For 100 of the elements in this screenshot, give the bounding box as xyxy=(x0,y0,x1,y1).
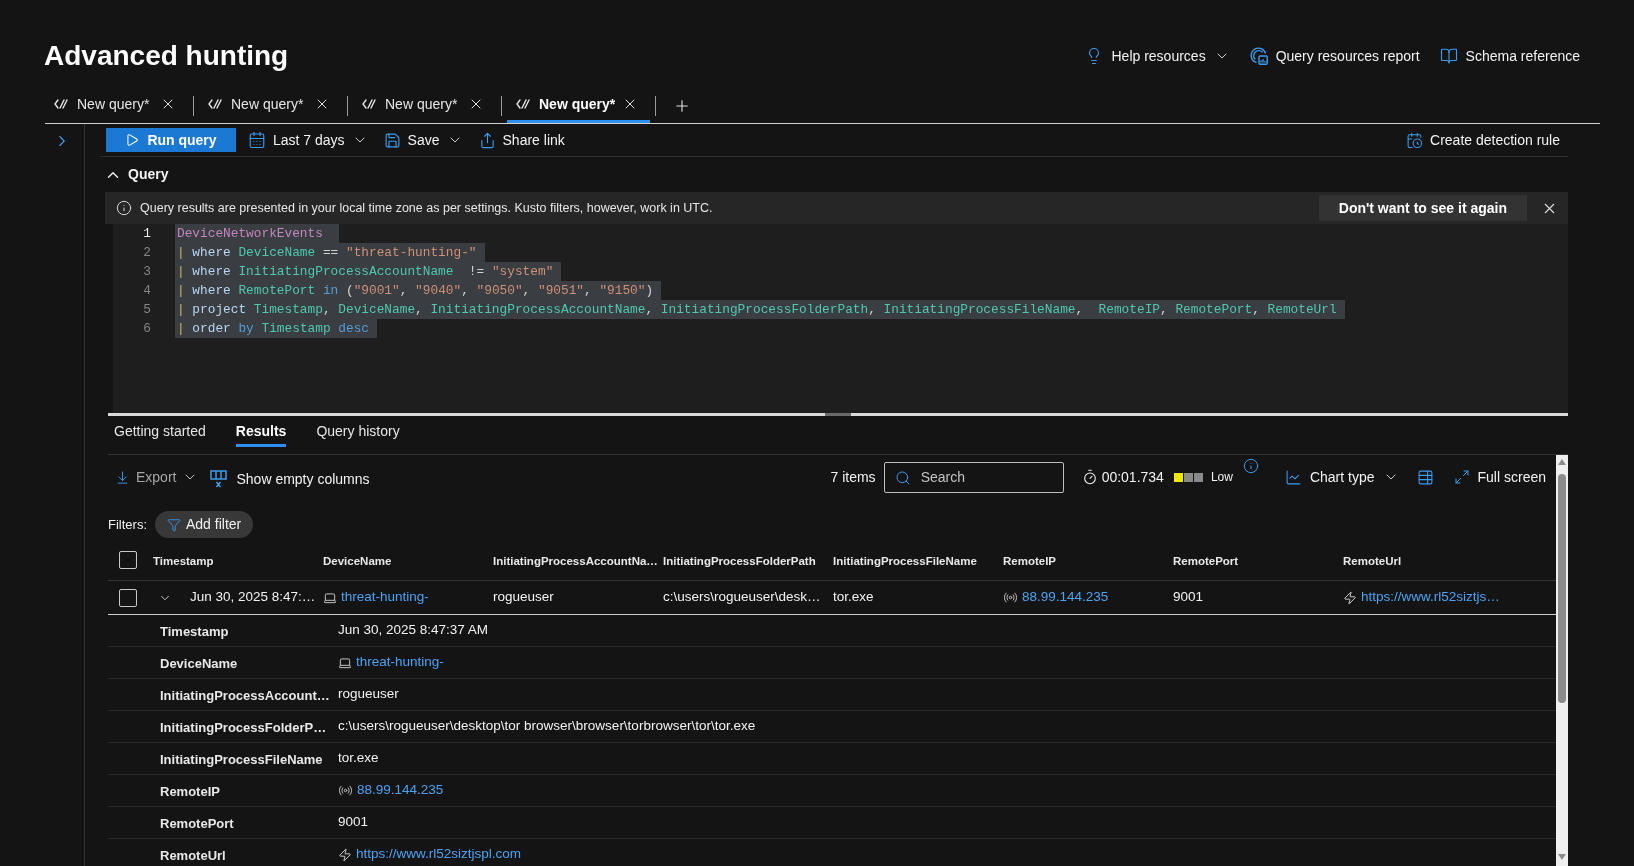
broadcast-icon xyxy=(338,783,353,798)
scrollbar-thumb[interactable] xyxy=(1558,474,1566,703)
lightning-icon xyxy=(1343,590,1357,605)
filters-label: Filters: xyxy=(108,515,147,534)
ip-link[interactable]: 88.99.144.235 xyxy=(1022,587,1109,608)
full-screen-button[interactable]: Full screen xyxy=(1453,466,1546,488)
duration-text: 00:01.734 xyxy=(1101,467,1164,487)
cell-text: tor.exe xyxy=(833,588,874,607)
search-icon xyxy=(894,469,911,486)
field-label: RemoteIP xyxy=(160,783,220,799)
device-link[interactable]: threat-hunting- xyxy=(341,587,429,608)
query-tab[interactable]: New query* xyxy=(507,88,650,123)
device-link[interactable]: threat-hunting- xyxy=(356,652,444,673)
line-number: 4 xyxy=(142,282,151,300)
share-icon xyxy=(478,131,496,149)
calendar-clock-icon xyxy=(1406,131,1424,149)
line-number: 2 xyxy=(142,244,151,262)
cell-text: Jun 30, 2025 8:47:37 AM xyxy=(338,621,489,640)
cell-text: Jun 30, 2025 8:47:… xyxy=(190,588,316,607)
laptop-icon xyxy=(338,655,352,670)
create-detection-rule-button[interactable]: Create detection rule xyxy=(1406,127,1560,153)
table-settings-icon[interactable] xyxy=(1416,468,1434,486)
show-empty-columns-button[interactable]: Show empty columns xyxy=(210,468,370,490)
query-tab[interactable]: New query* xyxy=(353,88,496,123)
cell-text: c:\users\rogueuser\desk… xyxy=(663,588,821,607)
save-icon xyxy=(383,131,401,149)
cell-text: rogueuser xyxy=(493,588,554,607)
splitter-handle[interactable] xyxy=(825,413,851,416)
code-icon xyxy=(208,98,223,110)
item-count: 7 items xyxy=(830,467,876,487)
column-header[interactable]: InitiatingProcessFolderPath xyxy=(663,555,816,567)
report-icon xyxy=(1249,47,1268,65)
play-icon xyxy=(125,133,140,147)
header-link[interactable]: Query resources report xyxy=(1249,45,1420,67)
book-icon xyxy=(1439,47,1458,65)
url-link[interactable]: https://www.rl52siztjspl.com xyxy=(356,844,522,865)
results-tab[interactable]: Results xyxy=(235,416,287,447)
toolbar-button[interactable]: Save xyxy=(379,127,467,153)
column-header[interactable]: DeviceName xyxy=(323,555,392,567)
cell-text: tor.exe xyxy=(338,749,379,768)
funnel-icon xyxy=(167,517,181,532)
broadcast-icon xyxy=(1003,590,1018,605)
code-icon xyxy=(54,98,69,110)
cell-text: rogueuser xyxy=(338,685,399,704)
field-label: InitiatingProcessAccount… xyxy=(160,687,330,703)
field-label: RemotePort xyxy=(160,815,234,831)
scroll-up-arrow-icon[interactable] xyxy=(1558,459,1566,465)
field-label: DeviceName xyxy=(160,655,238,671)
expand-arrows-icon xyxy=(1453,469,1470,485)
ip-link[interactable]: 88.99.144.235 xyxy=(357,780,444,801)
column-header[interactable]: InitiatingProcessFileName xyxy=(833,555,977,567)
field-label: InitiatingProcessFolderP… xyxy=(160,719,327,735)
laptop-icon xyxy=(323,590,337,605)
info-icon[interactable] xyxy=(1242,458,1259,474)
url-link[interactable]: https://www.rl52siztjs… xyxy=(1361,587,1500,608)
code-editor[interactable] xyxy=(113,224,1568,413)
scrollbar[interactable] xyxy=(1556,455,1568,866)
line-number: 1 xyxy=(142,225,151,243)
field-label: Timestamp xyxy=(160,623,229,639)
query-tab[interactable]: New query* xyxy=(45,88,188,123)
column-header[interactable]: InitiatingProcessAccountNa… xyxy=(493,555,658,567)
line-number: 6 xyxy=(142,320,151,338)
column-header[interactable]: Timestamp xyxy=(153,555,214,567)
results-tab[interactable]: Query history xyxy=(316,416,400,447)
line-number: 3 xyxy=(142,263,151,281)
cell-text: c:\users\rogueuser\desktop\tor browser\browser\torbrowser\tor\tor.exe xyxy=(338,717,756,736)
download-icon xyxy=(115,469,130,485)
stopwatch-icon xyxy=(1081,469,1098,485)
field-label: RemoteUrl xyxy=(160,847,226,863)
header-link[interactable]: Schema reference xyxy=(1439,45,1580,67)
usage-label: Low xyxy=(1210,469,1233,486)
cell-text: 9001 xyxy=(338,813,369,832)
column-header[interactable]: RemotePort xyxy=(1173,555,1239,567)
cell-text: 9001 xyxy=(1173,588,1204,607)
chart-type-button[interactable]: Chart type xyxy=(1284,466,1399,488)
section-title: Query xyxy=(128,165,169,184)
line-chart-icon xyxy=(1284,468,1302,486)
page-title: Advanced hunting xyxy=(44,39,289,73)
line-number: 5 xyxy=(142,301,151,319)
code-icon xyxy=(362,98,377,110)
search-field[interactable]: Search xyxy=(883,461,1064,493)
header-link[interactable]: Help resources xyxy=(1085,45,1230,67)
results-tab[interactable]: Getting started xyxy=(114,416,206,447)
dismiss-button[interactable]: Don't want to see it again xyxy=(1318,195,1527,221)
query-tab[interactable]: New query* xyxy=(199,88,342,123)
lightning-icon xyxy=(338,847,352,862)
checkbox[interactable] xyxy=(119,551,137,569)
add-filter-button[interactable]: Add filter xyxy=(155,511,254,538)
toolbar-button[interactable]: Share link xyxy=(474,127,569,153)
field-label: InitiatingProcessFileName xyxy=(160,751,323,767)
scroll-down-arrow-icon[interactable] xyxy=(1558,854,1566,860)
checkbox[interactable] xyxy=(119,588,137,607)
toolbar-button[interactable]: Last 7 days xyxy=(244,127,372,153)
info-icon xyxy=(116,200,132,216)
run-query-button[interactable]: Run query xyxy=(106,128,236,152)
code-icon xyxy=(516,98,531,110)
column-header[interactable]: RemoteUrl xyxy=(1343,555,1402,567)
column-header[interactable]: RemoteIP xyxy=(1003,555,1057,567)
columns-icon xyxy=(210,470,228,488)
notice-text: Query results are presented in your local time zone as per settings. Kusto filters, however, work in UTC. xyxy=(140,199,713,217)
